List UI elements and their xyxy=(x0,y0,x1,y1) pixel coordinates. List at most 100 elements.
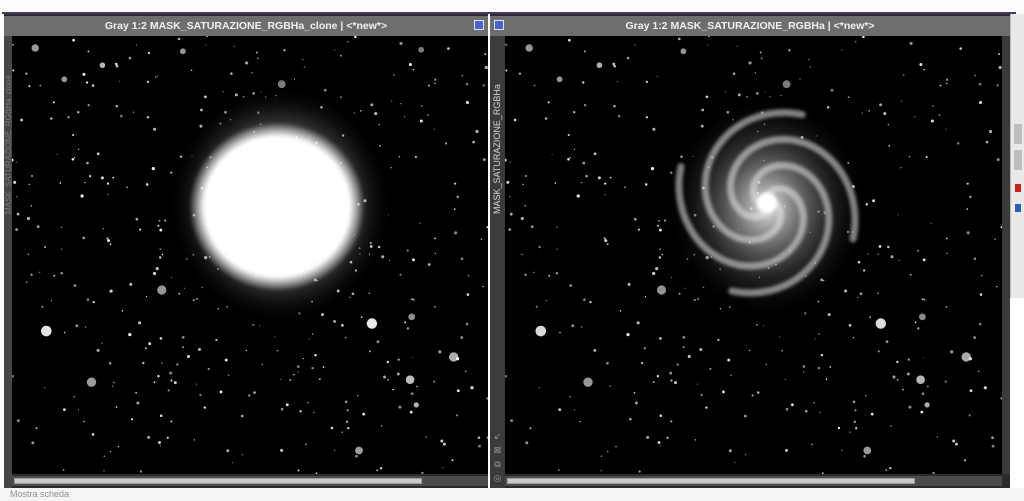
star xyxy=(347,426,350,430)
window-titlebar[interactable]: Gray 1:2 MASK_SATURAZIONE_RGBHa | <*new*… xyxy=(490,16,1010,36)
star xyxy=(433,128,435,130)
star xyxy=(694,439,696,441)
star xyxy=(103,455,106,457)
star xyxy=(107,239,110,243)
star xyxy=(408,63,412,67)
star xyxy=(362,412,366,416)
arrow-icon[interactable]: ↙ xyxy=(492,430,503,442)
star xyxy=(390,167,392,169)
star xyxy=(650,166,655,171)
window-menu-icon[interactable] xyxy=(474,20,484,30)
image-window-clone[interactable]: Gray 1:2 MASK_SATURAZIONE_RGBHa_clone | … xyxy=(4,14,488,488)
vertical-scrollbar[interactable] xyxy=(1002,36,1010,474)
scrollbar-thumb[interactable] xyxy=(14,478,422,484)
star xyxy=(524,273,527,276)
star xyxy=(170,379,173,382)
star xyxy=(245,61,249,65)
panel-control[interactable] xyxy=(1014,150,1022,170)
image-window-original[interactable]: Gray 1:2 MASK_SATURAZIONE_RGBHa | <*new*… xyxy=(490,14,1010,488)
star xyxy=(71,157,75,161)
star xyxy=(28,85,31,88)
star xyxy=(353,112,355,114)
star xyxy=(224,358,228,362)
star xyxy=(219,390,223,394)
star xyxy=(370,103,374,107)
star xyxy=(531,225,534,228)
window-titlebar[interactable]: Gray 1:2 MASK_SATURAZIONE_RGBHa_clone | … xyxy=(4,16,488,36)
star xyxy=(883,111,887,116)
star xyxy=(576,194,580,198)
star xyxy=(597,176,601,180)
window-side-tab[interactable]: MASK_SATURAZIONE_RGBHa_clone xyxy=(4,36,13,488)
star xyxy=(991,444,995,448)
image-viewport[interactable] xyxy=(505,36,1002,474)
star xyxy=(724,91,726,93)
star xyxy=(170,420,173,423)
horizontal-scrollbar[interactable] xyxy=(12,476,488,486)
star xyxy=(847,96,850,98)
star xyxy=(460,336,464,339)
star xyxy=(200,108,203,112)
horizontal-scrollbar[interactable] xyxy=(505,476,1002,486)
star xyxy=(596,62,603,69)
star xyxy=(322,366,325,368)
star xyxy=(551,153,553,155)
star xyxy=(969,389,973,393)
window-side-tab[interactable]: MASK_SATURAZIONE_RGBHa ↙ ⊠ ⧉ ◎ xyxy=(490,36,505,488)
image-viewport[interactable] xyxy=(12,36,488,474)
panel-control[interactable] xyxy=(1014,124,1022,144)
star xyxy=(106,237,109,240)
star xyxy=(571,324,575,328)
star xyxy=(427,263,431,266)
star xyxy=(589,301,592,304)
star xyxy=(61,76,68,83)
star xyxy=(558,408,562,412)
star xyxy=(470,386,474,390)
window-menu-icon[interactable] xyxy=(494,20,504,30)
star xyxy=(311,333,314,335)
star xyxy=(344,400,348,404)
star xyxy=(454,208,456,210)
star xyxy=(978,100,983,105)
star xyxy=(606,361,609,365)
star xyxy=(368,292,371,295)
star xyxy=(16,161,18,163)
star xyxy=(699,348,703,352)
star xyxy=(406,327,410,330)
star xyxy=(950,350,954,354)
star xyxy=(875,318,886,329)
scrollbar-thumb[interactable] xyxy=(507,478,915,484)
target-icon[interactable]: ◎ xyxy=(492,472,503,484)
star xyxy=(240,414,244,418)
star xyxy=(293,78,296,80)
star xyxy=(215,338,218,341)
star xyxy=(814,338,816,340)
star xyxy=(977,370,980,373)
star xyxy=(555,272,558,275)
star xyxy=(15,228,18,231)
star xyxy=(522,183,524,186)
star xyxy=(256,57,259,60)
star xyxy=(419,119,423,123)
star xyxy=(626,332,630,337)
star xyxy=(285,403,289,407)
star xyxy=(604,194,606,196)
star xyxy=(857,260,861,264)
star xyxy=(44,386,46,389)
copy-icon[interactable]: ⧉ xyxy=(492,458,503,470)
spiral-galaxy-image xyxy=(505,36,1002,474)
star xyxy=(61,226,63,228)
star xyxy=(399,41,403,46)
star xyxy=(890,425,892,427)
star xyxy=(888,144,891,147)
star xyxy=(609,385,611,387)
star xyxy=(857,296,859,299)
star xyxy=(39,84,42,87)
star xyxy=(896,360,899,364)
fit-icon[interactable]: ⊠ xyxy=(492,444,503,456)
star xyxy=(251,72,253,74)
side-panel-edge[interactable] xyxy=(1010,14,1024,298)
star xyxy=(659,228,662,232)
star xyxy=(107,194,109,196)
star xyxy=(135,391,137,394)
